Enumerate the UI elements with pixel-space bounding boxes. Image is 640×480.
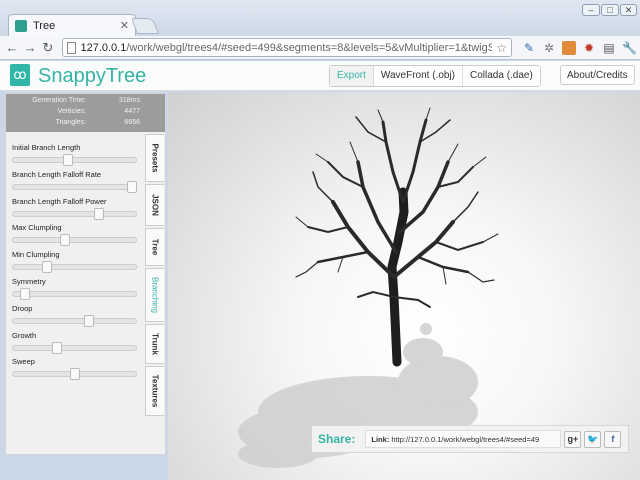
stat-verticies: Verticies: 4477 (57, 108, 140, 115)
tree-favicon-icon (15, 19, 27, 32)
slider-knob[interactable] (63, 154, 74, 166)
droop-slider[interactable] (12, 314, 137, 327)
browser-tab[interactable]: Tree ✕ (8, 14, 136, 36)
share-link-field[interactable]: Link: http://127.0.0.1/work/webgl/trees4… (365, 430, 562, 448)
url-host: 127.0.0.1 (80, 41, 127, 54)
tree-render (238, 107, 499, 468)
back-icon[interactable]: ← (4, 40, 20, 56)
control-droop: Droop (12, 303, 145, 330)
export-button[interactable]: Export (330, 66, 373, 86)
slider-knob[interactable] (94, 207, 105, 220)
side-tabs: Presets JSON Tree Branching Trunk Textur… (145, 134, 165, 418)
wrench-icon[interactable]: 🔧 (622, 41, 637, 55)
maximize-icon[interactable]: □ (601, 4, 619, 16)
slider-knob[interactable] (84, 314, 95, 327)
control-growth: Growth (12, 330, 145, 357)
facebook-icon[interactable]: f (604, 430, 622, 448)
slider-knob[interactable] (59, 234, 70, 247)
stat-triangles: Triangles: 6656 (55, 119, 140, 126)
tab-tree[interactable]: Tree (145, 228, 164, 266)
new-tab-button[interactable] (131, 18, 159, 34)
slider-knob[interactable] (69, 368, 80, 381)
tab-json[interactable]: JSON (145, 184, 164, 226)
orange-extension-icon[interactable] (562, 40, 576, 55)
collada-dae-button[interactable]: Collada (.dae) (462, 66, 540, 86)
slider-knob[interactable] (52, 341, 63, 354)
page-menu-icon[interactable]: ▤ (602, 41, 616, 55)
wavefront-obj-button[interactable]: WaveFront (.obj) (372, 66, 462, 86)
snappytree-logo-icon: ꝏ (10, 64, 30, 86)
twitter-icon[interactable]: 🐦 (584, 430, 602, 448)
min-clumpling-slider[interactable] (12, 261, 137, 274)
forward-icon[interactable]: → (22, 40, 38, 56)
reload-icon[interactable]: ↻ (40, 40, 56, 56)
tab-branching[interactable]: Branching (145, 268, 164, 322)
branching-controls: Initial Branch Length Branch Length Fall… (12, 142, 145, 383)
share-label: Share: (318, 432, 356, 446)
pen-extension-icon[interactable]: ✎ (522, 41, 536, 55)
control-min-clumpling: Min Clumpling (12, 249, 145, 276)
slider-knob[interactable] (42, 261, 53, 274)
tab-trunk[interactable]: Trunk (145, 324, 164, 364)
tab-strip: Tree ✕ – □ ✕ (0, 0, 640, 36)
control-max-clumpling: Max Clumpling (12, 222, 145, 249)
url-path: /work/webgl/trees4/#seed=499&segments=8&… (126, 41, 493, 54)
close-tab-icon[interactable]: ✕ (120, 19, 129, 32)
slider-knob[interactable] (20, 287, 31, 300)
control-branch-length-falloff-rate: Branch Length Falloff Rate (12, 169, 145, 196)
address-bar[interactable]: 127.0.0.1/work/webgl/trees4/#seed=499&se… (62, 38, 512, 57)
sweep-slider[interactable] (12, 368, 137, 381)
branch-length-falloff-rate-slider[interactable] (12, 180, 138, 193)
link-url: http://127.0.0.1/work/webgl/trees4/#seed… (391, 435, 540, 444)
slider-knob[interactable] (127, 180, 138, 193)
share-bar: Share: Link: http://127.0.0.1/work/webgl… (311, 425, 629, 453)
symmetry-slider[interactable] (12, 287, 137, 300)
gear-extension-icon[interactable]: ✲ (542, 41, 556, 55)
bookmark-star-icon[interactable]: ☆ (496, 41, 507, 55)
tree-3d-viewport[interactable] (168, 92, 640, 480)
tab-title: Tree (33, 19, 56, 32)
max-clumpling-slider[interactable] (12, 234, 137, 247)
growth-slider[interactable] (12, 341, 137, 354)
control-initial-branch-length: Initial Branch Length (12, 142, 145, 169)
tab-textures[interactable]: Textures (145, 366, 164, 416)
tab-presets[interactable]: Presets (145, 134, 164, 182)
about-credits-button[interactable]: About/Credits (560, 65, 635, 85)
export-button-group: Export WaveFront (.obj) Collada (.dae) (329, 65, 541, 87)
brand-title: SnappyTree (38, 65, 147, 87)
initial-branch-length-slider[interactable] (12, 154, 137, 166)
page-icon (67, 41, 77, 54)
browser-toolbar: ← → ↻ 127.0.0.1/work/webgl/trees4/#seed=… (0, 36, 640, 60)
app-header: ꝏ SnappyTree Export WaveFront (.obj) Col… (0, 61, 640, 91)
minimize-icon[interactable]: – (582, 4, 600, 16)
control-sweep: Sweep (12, 356, 145, 383)
window-close-icon[interactable]: ✕ (620, 4, 637, 16)
branch-length-falloff-power-slider[interactable] (12, 207, 137, 220)
control-symmetry: Symmetry (12, 276, 145, 303)
link-label: Link: (371, 435, 390, 444)
bug-extension-icon[interactable]: ✹ (582, 41, 596, 55)
stats-box: Generation Time: 318ms Verticies: 4477 Tri… (6, 94, 165, 132)
control-panel: Generation Time: 318ms Verticies: 4477 Tri… (5, 93, 166, 455)
stat-generation-time: Generation Time: 318ms (32, 97, 140, 104)
google-plus-icon[interactable]: g+ (564, 430, 582, 448)
control-branch-length-falloff-power: Branch Length Falloff Power (12, 196, 145, 223)
